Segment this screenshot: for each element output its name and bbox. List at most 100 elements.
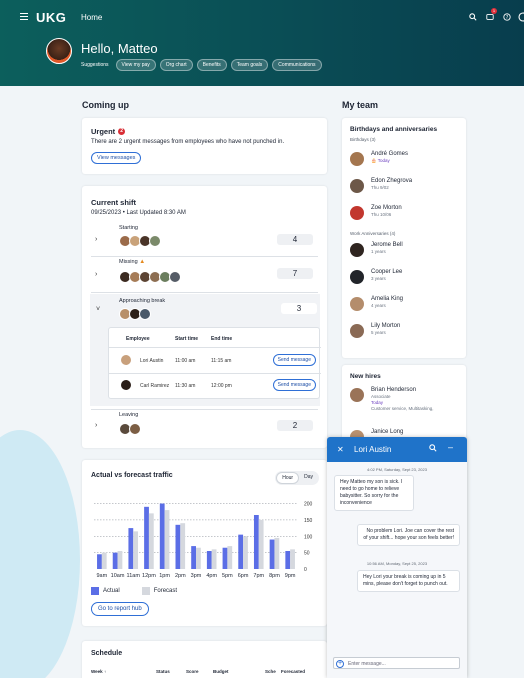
group-label: Starting: [119, 225, 138, 231]
help-icon[interactable]: ?: [501, 11, 512, 22]
employee-name: Lori Austin: [140, 358, 164, 364]
urgent-card: Urgent 2 There are 2 urgent messages fro…: [82, 118, 327, 174]
chevron-right-icon[interactable]: ›: [95, 271, 97, 278]
legend-swatch-actual: [91, 587, 99, 595]
birthdays-subtitle: Birthdays (3): [350, 137, 376, 142]
x-tick-label: 8pm: [269, 573, 280, 579]
column-header-end-time: End time: [211, 336, 233, 342]
urgent-count-badge: 2: [118, 128, 126, 135]
member-name: Janice Long: [371, 429, 404, 435]
suggestion-chip-org-chart[interactable]: Org chart: [159, 59, 193, 71]
avatar: [350, 243, 364, 257]
bar-forecast: [133, 531, 139, 569]
x-tick-label: 4pm: [206, 573, 217, 579]
column-header-score: Score: [186, 669, 199, 674]
employee-name: Carl Ramirez: [140, 383, 170, 389]
toggle-hour[interactable]: Hour: [276, 472, 300, 484]
header: UKG Home 1 ? Hello, Matteo Suggestions V…: [0, 0, 524, 86]
message-timestamp: 10:56 AM, Monday, Sept 25, 2023: [366, 561, 428, 566]
team-member[interactable]: André Gomes 🎂 Today: [350, 151, 408, 166]
chat-window: ✕ Lori Austin – 4:02 PM, Saturday, Sept …: [327, 437, 467, 678]
bar-forecast: [227, 546, 233, 569]
background-shape: [0, 430, 80, 678]
view-messages-button[interactable]: View messages: [91, 152, 142, 164]
team-member[interactable]: Lily Morton 5 years: [350, 323, 400, 338]
avatar: [129, 423, 141, 435]
avatar: [350, 324, 364, 338]
shift-group-missing[interactable]: › Missing ▲ 7: [91, 259, 313, 291]
chat-header: ✕ Lori Austin –: [327, 437, 467, 462]
report-hub-button[interactable]: Go to report hub: [91, 602, 149, 616]
bar-forecast: [258, 519, 264, 569]
toggle-day[interactable]: Day: [299, 472, 318, 484]
granularity-toggle: Hour Day: [275, 471, 319, 485]
new-hires-title: New hires: [350, 373, 381, 380]
chart-legend: Actual Forecast: [91, 587, 177, 595]
birthdays-title: Birthdays and anniversaries: [350, 126, 438, 133]
end-time: 12:00 pm: [211, 383, 232, 389]
app-frame: UKG Home 1 ? Hello, Matteo Suggestions V…: [0, 0, 524, 678]
team-member[interactable]: Cooper Lee 3 years: [350, 269, 402, 284]
team-member[interactable]: Edon Zhegrova Thu 9/02: [350, 178, 412, 193]
team-member[interactable]: Zoe Morton Thu 10/06: [350, 205, 402, 220]
notifications-icon[interactable]: 1: [484, 8, 497, 22]
chevron-down-icon[interactable]: ˅: [96, 306, 100, 313]
birthdays-card: Birthdays and anniversaries Birthdays (3…: [342, 118, 466, 358]
suggestion-chip-communications[interactable]: Communications: [272, 59, 322, 71]
divider: [91, 409, 318, 410]
team-member[interactable]: Amelia King 4 years: [350, 296, 403, 311]
column-header-budget: Budget: [213, 669, 229, 674]
minimize-icon[interactable]: –: [448, 442, 453, 452]
bar-actual: [238, 534, 244, 569]
member-name: Cooper Lee: [371, 269, 403, 275]
suggestion-chip-benefits[interactable]: Benefits: [196, 59, 227, 71]
message-timestamp: 4:02 PM, Saturday, Sept 23, 2023: [367, 467, 427, 472]
suggestion-chip-team-goals[interactable]: Team goals: [230, 59, 269, 71]
team-member[interactable]: Brian Henderson Associate Today Customer…: [350, 387, 434, 411]
bar-forecast: [274, 537, 280, 569]
profile-icon[interactable]: [518, 11, 524, 22]
chevron-right-icon[interactable]: ›: [95, 422, 97, 429]
legend-swatch-forecast: [141, 587, 150, 595]
bar-forecast: [211, 549, 217, 569]
start-time: 11:30 am: [175, 383, 196, 389]
avatar-group: [119, 271, 181, 283]
group-count: 3: [281, 303, 317, 314]
ukg-logo[interactable]: UKG: [36, 10, 66, 25]
message-input[interactable]: + Enter message...: [333, 657, 460, 669]
shift-group-leaving[interactable]: › Leaving 2: [91, 412, 313, 442]
member-role: Associate: [371, 394, 391, 399]
anniversaries-label: Work Anniversaries (4): [350, 231, 396, 236]
team-member[interactable]: Jerome Bell 1 years: [350, 242, 403, 257]
break-table: Employee Start time End time Lori Austin…: [108, 327, 321, 399]
member-name: Brian Henderson: [371, 387, 417, 393]
add-icon[interactable]: +: [336, 659, 344, 668]
shift-group-starting[interactable]: › Starting 4: [91, 225, 313, 255]
schedule-title: Schedule: [91, 650, 123, 657]
suggestions-bar: Suggestions View my pay Org chart Benefi…: [81, 59, 322, 71]
column-header-week[interactable]: Week ↑: [91, 669, 106, 674]
avatar: [350, 179, 364, 193]
bar-actual: [159, 503, 165, 569]
chevron-right-icon[interactable]: ›: [95, 236, 97, 243]
avatar: [149, 235, 161, 247]
sort-icon: ↑: [103, 669, 106, 674]
send-message-button[interactable]: Send message: [272, 379, 316, 391]
group-label: Leaving: [119, 412, 139, 418]
suggestion-chip-pay[interactable]: View my pay: [115, 59, 156, 71]
page-title: Home: [81, 13, 103, 22]
member-start: Today: [371, 400, 384, 405]
bar-forecast: [148, 513, 154, 569]
bar-actual: [206, 551, 212, 569]
menu-icon[interactable]: [20, 13, 28, 20]
avatar: [350, 297, 364, 311]
member-name: Amelia King: [371, 296, 404, 302]
close-icon[interactable]: ✕: [337, 445, 344, 454]
user-avatar[interactable]: [46, 38, 72, 64]
search-icon[interactable]: [467, 11, 478, 22]
send-message-button[interactable]: Send message: [272, 354, 316, 366]
bar-actual: [112, 552, 118, 569]
search-icon[interactable]: [429, 444, 437, 454]
bar-forecast: [117, 551, 123, 569]
column-header-start-time: Start time: [175, 336, 199, 342]
